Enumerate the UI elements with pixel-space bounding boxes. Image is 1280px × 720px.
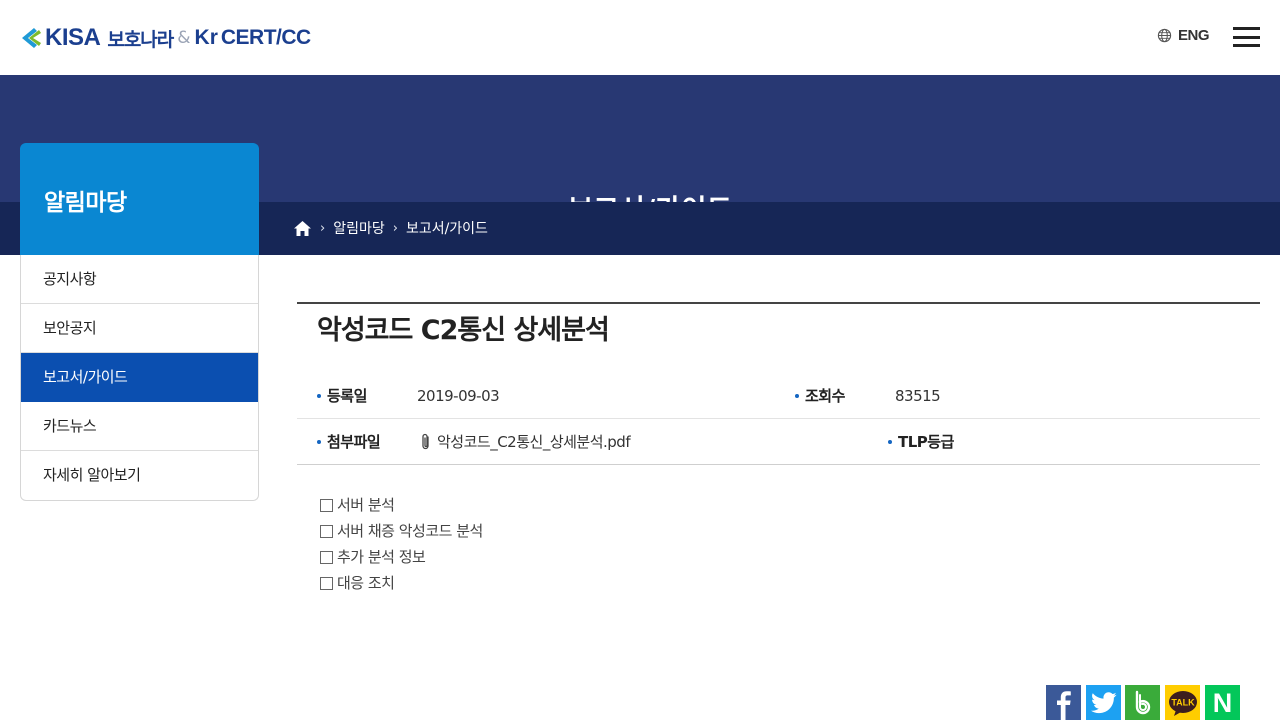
site-logo[interactable]: KISA 보호나라 & Kr CERT/CC (20, 22, 311, 54)
share-naver-button[interactable]: N (1205, 685, 1240, 720)
kisa-logo-mark-icon (22, 28, 41, 48)
naver-label: N (1213, 688, 1233, 718)
facebook-icon (1057, 691, 1071, 720)
meta-row-attachment: 첨부파일 악성코드_C2통신_상세분석.pdf TLP등급 (297, 419, 1260, 465)
twitter-icon (1090, 691, 1117, 713)
share-twitter-button[interactable] (1086, 685, 1121, 720)
site-header: KISA 보호나라 & Kr CERT/CC ENG (0, 0, 1280, 75)
logo-kr-text: Kr (194, 26, 218, 49)
bullet-icon (317, 393, 321, 398)
toc-item-label: 추가 분석 정보 (337, 548, 426, 566)
naver-icon: N (1213, 688, 1233, 718)
kakaotalk-icon: TALK (1168, 690, 1197, 716)
share-facebook-button[interactable] (1046, 685, 1081, 720)
toc-item: 서버 분석 (320, 492, 483, 518)
date-label-wrap: 등록일 (317, 385, 367, 406)
breadcrumb-separator: › (392, 220, 398, 236)
sidebar-item-card-news[interactable]: 카드뉴스 (21, 402, 258, 451)
checkbox-icon (320, 498, 333, 512)
attachment-file: 악성코드_C2통신_상세분석.pdf (419, 431, 631, 452)
sidebar-item-notices[interactable]: 공지사항 (21, 255, 258, 304)
attach-label-wrap: 첨부파일 (317, 431, 381, 452)
attach-label: 첨부파일 (327, 433, 381, 451)
toc-item-label: 서버 채증 악성코드 분석 (337, 522, 483, 540)
language-label: ENG (1178, 27, 1210, 44)
breadcrumb-item-reports[interactable]: 보고서/가이드 (406, 218, 488, 238)
toc-item: 서버 채증 악성코드 분석 (320, 518, 483, 544)
post-title: 악성코드 C2통신 상세분석 (317, 315, 610, 346)
bullet-icon (888, 439, 892, 444)
date-value: 2019-09-03 (417, 386, 500, 405)
tlp-label: TLP등급 (898, 433, 954, 451)
table-of-contents: 서버 분석 서버 채증 악성코드 분석 추가 분석 정보 대응 조치 (320, 492, 483, 596)
post-content: 악성코드 C2통신 상세분석 등록일 2019-09-03 조회수 83515 … (297, 302, 1260, 465)
hamburger-menu-icon[interactable] (1233, 27, 1260, 47)
breadcrumb-item-notice[interactable]: 알림마당 (333, 218, 385, 238)
share-band-button[interactable] (1125, 685, 1160, 720)
toc-item-label: 서버 분석 (337, 496, 395, 514)
globe-icon (1157, 28, 1172, 43)
meta-row-date-views: 등록일 2019-09-03 조회수 83515 (297, 373, 1260, 419)
checkbox-icon (320, 524, 333, 538)
band-icon (1135, 690, 1150, 714)
title-divider (297, 302, 1260, 304)
paperclip-icon (422, 433, 429, 449)
sidebar-menu: 공지사항 보안공지 보고서/가이드 카드뉴스 자세히 알아보기 (20, 255, 259, 501)
sidebar-heading-box: 알림마당 (20, 143, 259, 255)
views-label-wrap: 조회수 (795, 385, 845, 406)
views-value: 83515 (895, 386, 941, 405)
logo-cert-text: CERT/CC (220, 26, 311, 49)
toc-item: 추가 분석 정보 (320, 544, 483, 570)
logo-ampersand: & (177, 28, 191, 48)
language-switch[interactable]: ENG (1157, 27, 1210, 44)
kakaotalk-label: TALK (1171, 697, 1195, 707)
breadcrumb: › 알림마당 › 보고서/가이드 (293, 218, 488, 238)
toc-item-label: 대응 조치 (337, 574, 395, 592)
logo-bohonara-text: 보호나라 (107, 28, 174, 51)
views-label: 조회수 (805, 387, 845, 405)
logo-kisa-text: KISA (45, 24, 101, 51)
sidebar-item-learn-more[interactable]: 자세히 알아보기 (21, 451, 258, 500)
home-icon[interactable] (293, 220, 312, 237)
sidebar-item-reports-guides[interactable]: 보고서/가이드 (21, 353, 258, 402)
bullet-icon (317, 439, 321, 444)
date-label: 등록일 (327, 387, 367, 405)
breadcrumb-separator: › (320, 220, 326, 236)
sidebar-item-security-notices[interactable]: 보안공지 (21, 304, 258, 353)
toc-item: 대응 조치 (320, 570, 483, 596)
share-kakaotalk-button[interactable]: TALK (1165, 685, 1200, 720)
sidebar-heading: 알림마당 (44, 190, 127, 216)
checkbox-icon (320, 550, 333, 564)
attachment-download-link[interactable]: 악성코드_C2통신_상세분석.pdf (437, 431, 631, 452)
checkbox-icon (320, 576, 333, 590)
tlp-label-wrap: TLP등급 (888, 431, 954, 452)
bullet-icon (795, 393, 799, 398)
